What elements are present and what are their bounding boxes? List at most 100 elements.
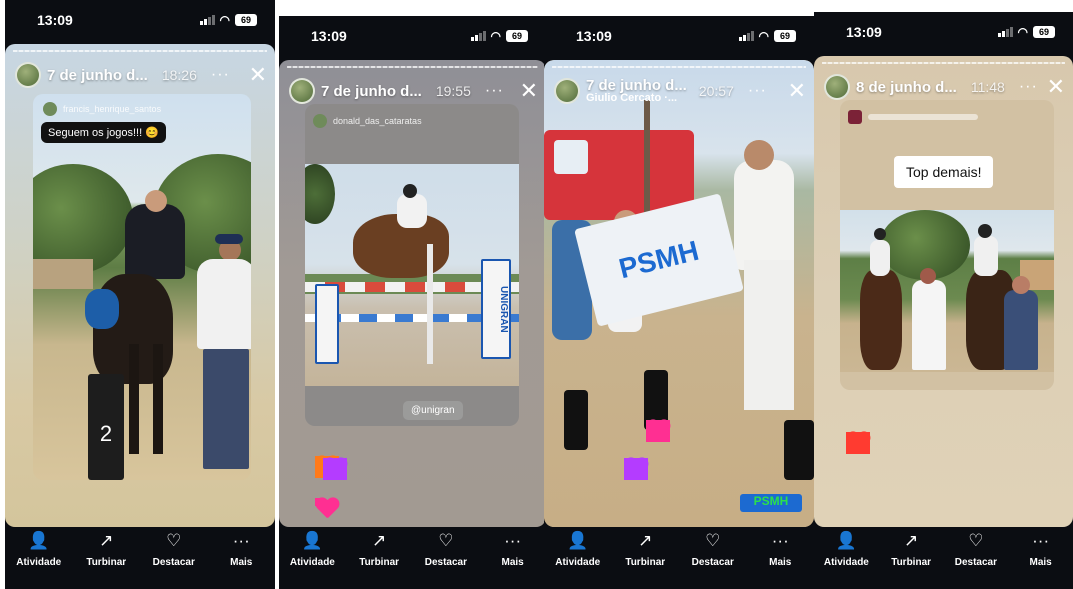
more-options-icon[interactable]: ··· bbox=[1019, 78, 1038, 96]
more-button[interactable]: ··· Mais bbox=[748, 531, 812, 568]
brand-sticker: PSMH bbox=[740, 494, 802, 512]
activity-button[interactable]: 👤 Atividade bbox=[7, 531, 71, 568]
more-options-icon[interactable]: ··· bbox=[748, 82, 767, 100]
highlight-button[interactable]: ♡ Destacar bbox=[142, 531, 206, 568]
trend-up-icon: ↗ bbox=[904, 531, 919, 550]
boost-button[interactable]: ↗ Turbinar bbox=[879, 531, 943, 568]
activity-button[interactable]: 👤 Atividade bbox=[546, 531, 610, 568]
highlight-heart-icon: ♡ bbox=[438, 531, 454, 550]
highlight-heart-icon: ♡ bbox=[705, 531, 721, 550]
story-card[interactable]: 8 de junho d... 11:48 ··· ✕ Top demais! bbox=[814, 56, 1073, 527]
story-date[interactable]: 8 de junho d... bbox=[856, 79, 957, 96]
story-photo: UNIGRAN bbox=[305, 164, 519, 386]
mention-tag[interactable]: @unigran bbox=[403, 401, 463, 420]
highlight-button[interactable]: ♡ Destacar bbox=[944, 531, 1008, 568]
close-icon[interactable]: ✕ bbox=[520, 80, 538, 102]
story-actions: 👤 Atividade ↗ Turbinar ♡ Destacar ··· Mais bbox=[279, 527, 546, 589]
repost-attribution[interactable]: donald_das_cataratas bbox=[313, 114, 422, 128]
story-time: 18:26 bbox=[161, 67, 197, 83]
repost-attribution[interactable] bbox=[848, 110, 978, 124]
story-date[interactable]: 7 de junho d... bbox=[47, 67, 148, 84]
status-bar: 13:09 ◠ 69 bbox=[544, 16, 814, 56]
status-time: 13:09 bbox=[311, 28, 347, 44]
highlight-button[interactable]: ♡ Destacar bbox=[681, 531, 745, 568]
status-bar: 13:09 ◠ 69 bbox=[279, 16, 546, 56]
boost-button[interactable]: ↗ Turbinar bbox=[74, 531, 138, 568]
story-card[interactable]: 7 de junho d... 18:26 ··· ✕ 2 francis_he… bbox=[5, 44, 275, 527]
more-button[interactable]: ··· Mais bbox=[209, 531, 273, 568]
signal-icon bbox=[738, 31, 754, 41]
story-time: 20:57 bbox=[698, 83, 734, 99]
highlight-heart-icon: ♡ bbox=[166, 531, 182, 550]
story-date[interactable]: 7 de junho d... bbox=[321, 83, 422, 100]
story-progress-bar bbox=[822, 62, 1065, 64]
heart-sticker bbox=[323, 458, 347, 480]
more-dots-icon: ··· bbox=[504, 531, 522, 550]
more-button[interactable]: ··· Mais bbox=[481, 531, 545, 568]
story-date[interactable]: 7 de junho d... bbox=[586, 78, 687, 93]
story-progress-bar bbox=[13, 50, 267, 52]
story-photo bbox=[840, 210, 1054, 372]
activity-button[interactable]: 👤 Atividade bbox=[814, 531, 878, 568]
more-dots-icon: ··· bbox=[771, 531, 789, 550]
story-photo: 2 bbox=[33, 94, 251, 480]
highlight-button[interactable]: ♡ Destacar bbox=[414, 531, 478, 568]
more-options-icon[interactable]: ··· bbox=[485, 82, 504, 100]
story-screen-3: 13:09 ◠ 69 PSMH PSMH 7 de junho d... Giu… bbox=[544, 16, 814, 589]
story-card[interactable]: PSMH PSMH 7 de junho d... Giulio Cercato… bbox=[544, 60, 814, 527]
heart-sticker bbox=[315, 498, 323, 506]
text-sticker: Top demais! bbox=[894, 156, 994, 188]
battery-icon: 69 bbox=[1033, 26, 1055, 38]
activity-button[interactable]: 👤 Atividade bbox=[280, 531, 344, 568]
close-icon[interactable]: ✕ bbox=[788, 80, 806, 102]
wifi-icon: ◠ bbox=[490, 29, 501, 43]
avatar[interactable] bbox=[824, 74, 850, 100]
boost-button[interactable]: ↗ Turbinar bbox=[613, 531, 677, 568]
more-dots-icon: ··· bbox=[1032, 531, 1050, 550]
wifi-icon: ◠ bbox=[219, 13, 230, 27]
story-actions: 👤 Atividade ↗ Turbinar ♡ Destacar ··· Mais bbox=[814, 527, 1073, 589]
screenshot-collage: 13:09 ◠ 69 7 de junho d... 18:26 ··· ✕ 2… bbox=[0, 0, 1073, 589]
story-screen-1: 13:09 ◠ 69 7 de junho d... 18:26 ··· ✕ 2… bbox=[5, 0, 275, 589]
highlight-heart-icon: ♡ bbox=[968, 531, 984, 550]
story-header: 7 de junho d... 19:55 ··· ✕ bbox=[289, 74, 538, 108]
avatar[interactable] bbox=[15, 62, 41, 88]
avatar[interactable] bbox=[554, 78, 580, 104]
signal-icon bbox=[470, 31, 486, 41]
status-time: 13:09 bbox=[576, 28, 612, 44]
wifi-icon: ◠ bbox=[758, 29, 769, 43]
more-dots-icon: ··· bbox=[232, 531, 250, 550]
story-card[interactable]: 7 de junho d... 19:55 ··· ✕ donald_das_c… bbox=[279, 60, 546, 527]
repost-avatar bbox=[848, 110, 862, 124]
repost-username[interactable]: francis_henrique_santos bbox=[63, 104, 161, 114]
battery-icon: 69 bbox=[235, 14, 257, 26]
repost-attribution[interactable]: francis_henrique_santos bbox=[43, 102, 161, 116]
trend-up-icon: ↗ bbox=[638, 531, 653, 550]
signal-icon bbox=[199, 15, 215, 25]
battery-icon: 69 bbox=[506, 30, 528, 42]
status-time: 13:09 bbox=[846, 24, 882, 40]
status-time: 13:09 bbox=[37, 12, 73, 28]
boost-button[interactable]: ↗ Turbinar bbox=[347, 531, 411, 568]
repost-avatar bbox=[43, 102, 57, 116]
story-screen-4: 13:09 ◠ 69 8 de junho d... 11:48 ··· ✕ T… bbox=[814, 12, 1073, 589]
status-bar: 13:09 ◠ 69 bbox=[814, 12, 1073, 52]
close-icon[interactable]: ✕ bbox=[249, 64, 267, 86]
more-button[interactable]: ··· Mais bbox=[1009, 531, 1073, 568]
trend-up-icon: ↗ bbox=[372, 531, 387, 550]
story-header: 7 de junho d... Giulio Cercato ·... 20:5… bbox=[554, 74, 806, 108]
repost-username-redacted bbox=[868, 114, 978, 120]
story-actions: 👤 Atividade ↗ Turbinar ♡ Destacar ··· Mais bbox=[5, 527, 275, 589]
story-actions: 👤 Atividade ↗ Turbinar ♡ Destacar ··· Mais bbox=[544, 527, 814, 589]
story-time: 19:55 bbox=[435, 83, 471, 99]
avatar[interactable] bbox=[289, 78, 315, 104]
music-credit[interactable]: Giulio Cercato ·... bbox=[586, 92, 687, 104]
repost-avatar bbox=[313, 114, 327, 128]
heart-sticker bbox=[646, 420, 670, 442]
obstacle-number: 2 bbox=[88, 374, 124, 480]
sponsor-banner: UNIGRAN bbox=[481, 259, 511, 359]
more-options-icon[interactable]: ··· bbox=[211, 66, 230, 84]
story-time: 11:48 bbox=[970, 79, 1005, 95]
repost-username[interactable]: donald_das_cataratas bbox=[333, 116, 422, 126]
close-icon[interactable]: ✕ bbox=[1047, 76, 1065, 98]
